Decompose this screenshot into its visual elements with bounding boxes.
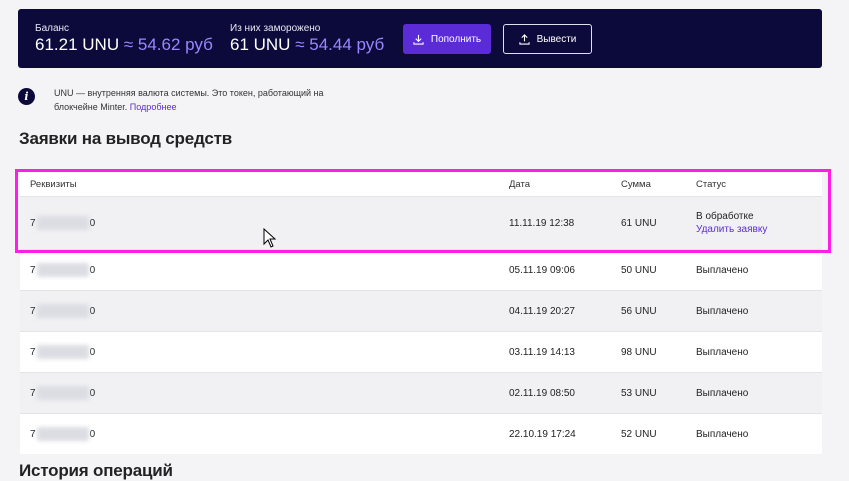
table-row: 70 02.11.19 08:50 53 UNU Выплачено (20, 372, 822, 413)
col-sum: Сумма (621, 178, 651, 190)
info-more-link[interactable]: Подробнее (130, 102, 177, 112)
table-header: Реквизиты Дата Сумма Статус (20, 172, 822, 196)
info-icon: i (18, 88, 35, 105)
balance-approx: ≈ 54.62 руб (119, 35, 213, 54)
date-cell: 05.11.19 09:06 (509, 264, 575, 276)
masked-requisites (36, 263, 89, 277)
info-description: UNU — внутренняя валюта системы. Это ток… (54, 88, 324, 112)
balance-value: 61.21 UNU ≈ 54.62 руб (35, 35, 213, 55)
requisites-cell: 70 (30, 414, 95, 454)
frozen-value: 61 UNU ≈ 54.44 руб (230, 35, 384, 55)
requisites-cell: 70 (30, 197, 95, 249)
requisites-start: 7 (30, 387, 36, 399)
date-cell: 02.11.19 08:50 (509, 387, 575, 399)
requisites-start: 7 (30, 346, 36, 358)
sum-cell: 98 UNU (621, 346, 657, 358)
sum-cell: 53 UNU (621, 387, 657, 399)
requisites-cell: 70 (30, 332, 95, 372)
masked-requisites (36, 386, 89, 400)
table-row: 70 03.11.19 14:13 98 UNU Выплачено (20, 331, 822, 372)
sum-cell: 56 UNU (621, 305, 657, 317)
requisites-cell: 70 (30, 373, 95, 413)
col-date: Дата (509, 178, 531, 190)
status-text: Выплачено (696, 387, 749, 399)
masked-requisites (36, 427, 89, 441)
balance-block: Баланс 61.21 UNU ≈ 54.62 руб (35, 23, 213, 55)
date-cell: 03.11.19 14:13 (509, 346, 575, 358)
requisites-cell: 70 (30, 291, 95, 331)
sum-cell: 52 UNU (621, 428, 657, 440)
delete-request-link[interactable]: Удалить заявку (696, 223, 767, 236)
frozen-block: Из них заморожено 61 UNU ≈ 54.44 руб (230, 23, 384, 55)
requisites-end: 0 (89, 305, 96, 317)
topup-button[interactable]: Пополнить (403, 24, 491, 54)
status-text: В обработке (696, 211, 754, 222)
status-text: Выплачено (696, 428, 749, 440)
withdrawals-table: Реквизиты Дата Сумма Статус 70 11.11.19 … (20, 172, 822, 454)
frozen-label: Из них заморожено (230, 23, 321, 34)
masked-requisites (36, 304, 89, 318)
date-cell: 04.11.19 20:27 (509, 305, 575, 317)
col-status: Статус (696, 178, 727, 190)
frozen-amount: 61 UNU (230, 35, 291, 54)
download-icon (413, 34, 424, 45)
upload-icon (518, 33, 530, 45)
status-text: Выплачено (696, 264, 749, 276)
table-row: 70 05.11.19 09:06 50 UNU Выплачено (20, 249, 822, 290)
masked-requisites (36, 345, 89, 359)
requisites-end: 0 (89, 217, 96, 229)
requisites-start: 7 (30, 264, 36, 276)
status-text: Выплачено (696, 305, 749, 317)
info-text: UNU — внутренняя валюта системы. Это ток… (54, 86, 344, 114)
mouse-cursor-icon (263, 228, 277, 248)
withdraw-button-label: Вывести (536, 33, 577, 45)
frozen-approx: ≈ 54.44 руб (290, 35, 385, 54)
balance-label: Баланс (35, 23, 70, 34)
requisites-start: 7 (30, 428, 36, 440)
col-requisites: Реквизиты (30, 178, 77, 190)
requisites-end: 0 (89, 346, 96, 358)
date-cell: 22.10.19 17:24 (509, 428, 576, 440)
table-row: 70 11.11.19 12:38 61 UNU В обработке Уда… (20, 196, 822, 249)
requisites-start: 7 (30, 217, 36, 229)
requisites-start: 7 (30, 305, 36, 317)
date-cell: 11.11.19 12:38 (509, 217, 575, 229)
table-row: 70 04.11.19 20:27 56 UNU Выплачено (20, 290, 822, 331)
withdrawals-title: Заявки на вывод средств (19, 129, 232, 148)
balance-amount: 61.21 UNU (35, 35, 120, 54)
withdraw-button[interactable]: Вывести (503, 24, 592, 54)
requisites-end: 0 (89, 428, 96, 440)
requisites-cell: 70 (30, 250, 95, 290)
history-title: История операций (19, 461, 173, 480)
status-text: Выплачено (696, 346, 749, 358)
topup-button-label: Пополнить (430, 33, 482, 45)
sum-cell: 50 UNU (621, 264, 657, 276)
masked-requisites (36, 216, 89, 230)
requisites-end: 0 (89, 387, 96, 399)
balance-bar: Баланс 61.21 UNU ≈ 54.62 руб Из них замо… (18, 9, 822, 68)
status-cell: В обработке Удалить заявку (696, 197, 767, 249)
requisites-end: 0 (89, 264, 96, 276)
sum-cell: 61 UNU (621, 217, 657, 229)
table-row: 70 22.10.19 17:24 52 UNU Выплачено (20, 413, 822, 454)
